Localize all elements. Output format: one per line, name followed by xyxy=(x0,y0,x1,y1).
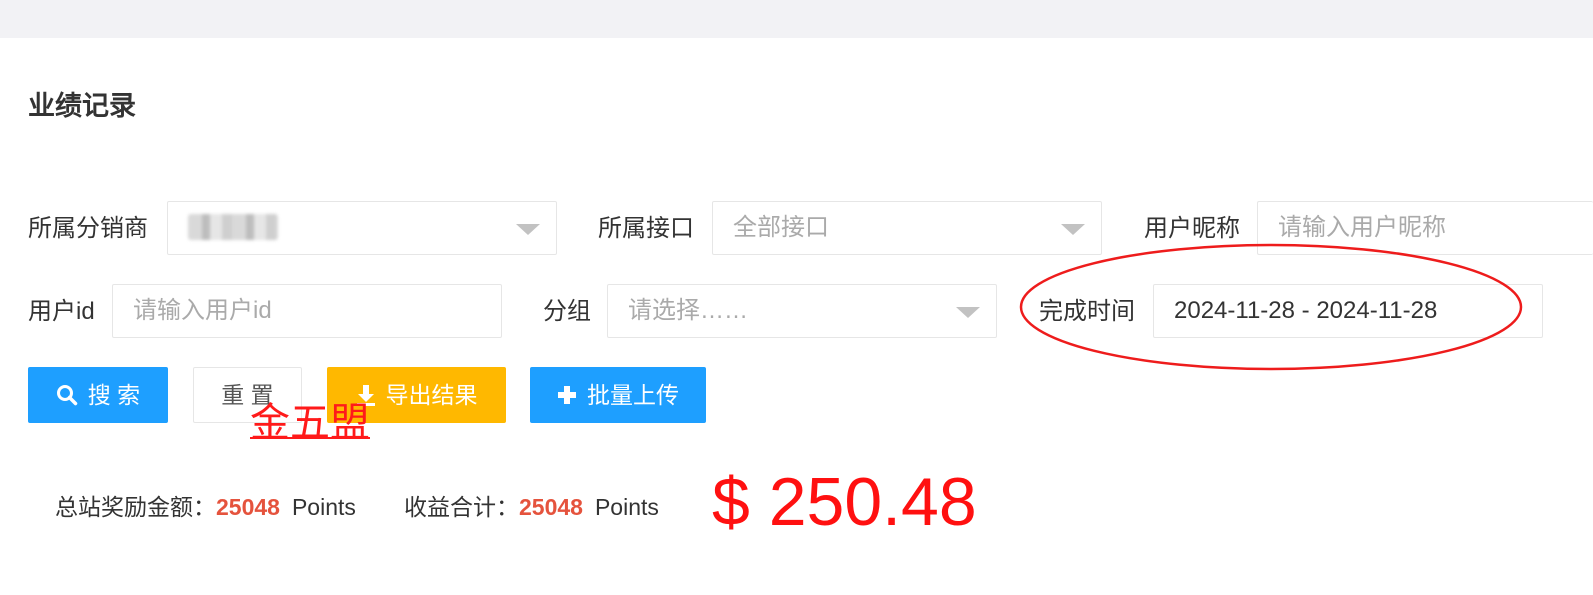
total-reward-label: 总站奖励金额： xyxy=(55,494,216,520)
income-total-stat: 收益合计：25048 Points xyxy=(404,488,659,522)
income-total-value: 25048 xyxy=(519,494,583,520)
distributor-value-blurred xyxy=(188,213,278,240)
watermark-text: 金五盟 xyxy=(250,401,370,445)
distributor-label: 所属分销商 xyxy=(28,215,148,242)
user-id-label: 用户id xyxy=(28,298,95,325)
search-button[interactable]: 搜 索 xyxy=(28,367,168,423)
group-select[interactable]: 请选择…… xyxy=(607,284,997,338)
search-button-label: 搜 索 xyxy=(87,382,141,408)
caret-down-icon xyxy=(1061,224,1085,235)
page-title: 业绩记录 xyxy=(28,91,136,121)
group-placeholder: 请选择…… xyxy=(628,297,748,324)
big-amount-annotation: $ 250.48 xyxy=(712,464,977,540)
user-id-input[interactable]: 请输入用户id xyxy=(112,284,502,338)
total-reward-stat: 总站奖励金额：25048 Points xyxy=(55,488,356,522)
income-total-label: 收益合计： xyxy=(404,494,519,520)
export-button-label: 导出结果 xyxy=(385,382,478,408)
annotation-ellipse xyxy=(1019,243,1523,371)
total-reward-unit: Points xyxy=(291,494,356,520)
batch-upload-button[interactable]: 批量上传 xyxy=(530,367,706,423)
nickname-placeholder: 请输入用户昵称 xyxy=(1278,214,1446,241)
interface-label: 所属接口 xyxy=(598,215,694,242)
batch-upload-button-label: 批量上传 xyxy=(587,382,679,408)
caret-down-icon xyxy=(516,224,540,235)
total-reward-value: 25048 xyxy=(216,494,280,520)
search-icon xyxy=(56,384,78,406)
caret-down-icon xyxy=(956,307,980,318)
plus-icon xyxy=(558,385,576,404)
income-total-unit: Points xyxy=(594,494,659,520)
distributor-select[interactable] xyxy=(167,201,557,255)
user-id-placeholder: 请输入用户id xyxy=(133,297,272,324)
top-bar xyxy=(0,0,1593,38)
interface-placeholder: 全部接口 xyxy=(733,214,829,241)
group-label: 分组 xyxy=(543,298,591,325)
